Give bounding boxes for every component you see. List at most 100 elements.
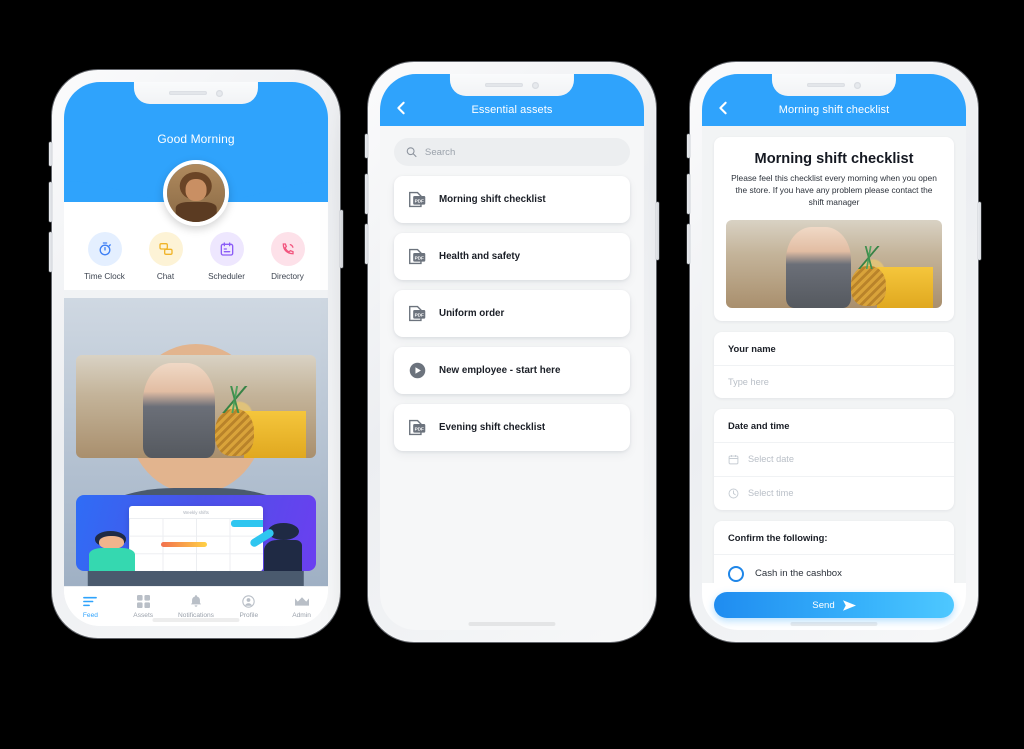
phone2-volume-up-button[interactable] [365, 174, 368, 214]
quick-action-time-clock[interactable]: Time Clock [78, 232, 132, 281]
front-camera-icon [853, 81, 861, 89]
quick-action-directory[interactable]: Directory [261, 232, 315, 281]
phone3-mute-button[interactable] [687, 134, 690, 158]
phone2-power-button[interactable] [656, 202, 659, 260]
name-field-placeholder: Type here [728, 376, 769, 387]
phone1-mute-button[interactable] [49, 142, 52, 166]
list-item[interactable]: PDF Health and safety [394, 233, 630, 280]
name-field-row[interactable]: Type here [714, 366, 954, 398]
search-container [380, 126, 644, 172]
tab-admin[interactable]: Admin [275, 595, 328, 619]
document-title: Morning shift checklist [754, 151, 914, 167]
form-section-confirm: Confirm the following: Cash in the cashb… [714, 520, 954, 593]
tab-label: Admin [292, 611, 311, 619]
list-item[interactable]: PDF Uniform order [394, 290, 630, 337]
search-icon [406, 147, 417, 158]
earpiece-speaker-icon [168, 91, 207, 95]
post-image[interactable] [76, 355, 316, 458]
phone3-power-button[interactable] [978, 202, 981, 260]
post-image-secondary[interactable]: Weekly shifts [76, 495, 316, 571]
form-section-date-time: Date and time Select date Select time [714, 408, 954, 510]
quick-action-label: Scheduler [208, 272, 245, 281]
section-heading: Date and time [714, 409, 954, 443]
search-box[interactable] [394, 138, 630, 166]
tab-assets[interactable]: Assets [117, 595, 170, 619]
feed-list[interactable]: Pinned post Austin Pratt 10:14 am Seen [64, 298, 328, 586]
tab-profile[interactable]: Profile [222, 595, 275, 619]
phone-mockup-checklist-form: Morning shift checklist Morning shift ch… [687, 62, 981, 642]
avatar[interactable] [163, 160, 229, 226]
asset-name: Uniform order [439, 308, 505, 319]
earpiece-speaker-icon [806, 83, 845, 87]
page-title: Morning shift checklist [778, 104, 890, 116]
tab-notifications[interactable]: Notifications [170, 595, 223, 619]
date-field-row[interactable]: Select date [714, 443, 954, 477]
play-circle-icon [409, 362, 426, 379]
chat-bubbles-icon [148, 232, 183, 266]
screenshot-stage: Good Morning Time Clock Chat Scheduler D… [0, 0, 1024, 749]
quick-action-scheduler[interactable]: Scheduler [200, 232, 254, 281]
front-camera-icon [215, 89, 223, 97]
home-indicator [152, 618, 240, 622]
document-description: Please feel this checklist every morning… [731, 173, 937, 207]
phone-mockup-feed: Good Morning Time Clock Chat Scheduler D… [49, 70, 343, 638]
phone2-notch [449, 74, 575, 96]
phone1-volume-down-button[interactable] [49, 232, 52, 272]
asset-name: New employee - start here [439, 365, 561, 376]
home-indicator [790, 622, 878, 626]
person-circle-icon [222, 595, 275, 609]
post-header: Austin Pratt 10:14 am Seen [64, 298, 328, 586]
bell-icon [170, 595, 223, 609]
feed-lines-icon [64, 595, 117, 609]
list-item[interactable]: New employee - start here [394, 347, 630, 394]
phone2-screen: Essential assets PDF Mornin [380, 74, 644, 630]
document-card: Morning shift checklist Please feel this… [714, 137, 954, 321]
quick-action-chat[interactable]: Chat [139, 232, 193, 281]
radio-circle-icon[interactable] [728, 565, 744, 582]
quick-action-label: Time Clock [84, 272, 125, 281]
weekly-shifts-card: Weekly shifts [128, 505, 264, 571]
form-scroll-area[interactable]: Morning shift checklist Please feel this… [702, 126, 966, 630]
stopwatch-icon [87, 232, 122, 266]
quick-actions-row: Time Clock Chat Scheduler Directory [64, 232, 328, 281]
calendar-icon [728, 454, 739, 465]
send-button[interactable]: Send [714, 592, 954, 618]
list-item[interactable]: PDF Evening shift checklist [394, 404, 630, 451]
phone-mockup-assets: Essential assets PDF Mornin [365, 62, 659, 642]
tab-feed[interactable]: Feed [64, 595, 117, 619]
date-field-placeholder: Select date [748, 454, 794, 465]
asset-name: Evening shift checklist [439, 422, 546, 433]
quick-action-label: Directory [271, 272, 304, 281]
tab-label: Feed [82, 611, 98, 619]
section-heading: Your name [714, 332, 954, 366]
list-item[interactable]: PDF Morning shift checklist [394, 176, 630, 223]
pdf-file-icon: PDF [409, 191, 426, 208]
asset-list: PDF Morning shift checklist PDF Health a… [380, 172, 644, 465]
phone-call-icon [270, 232, 305, 266]
phone3-volume-up-button[interactable] [687, 174, 690, 214]
asset-name: Morning shift checklist [439, 194, 546, 205]
home-indicator [468, 622, 556, 626]
asset-name: Health and safety [439, 251, 521, 262]
search-input[interactable] [424, 146, 618, 158]
weekly-shifts-title: Weekly shifts [183, 509, 209, 515]
crown-icon [275, 595, 328, 609]
svg-text:PDF: PDF [415, 198, 424, 203]
send-button-label: Send [812, 599, 835, 611]
phone3-volume-down-button[interactable] [687, 224, 690, 264]
time-field-placeholder: Select time [748, 488, 794, 499]
phone2-mute-button[interactable] [365, 134, 368, 158]
illustration-person-right [248, 521, 302, 571]
greeting-title: Good Morning [157, 132, 235, 146]
pdf-file-icon: PDF [409, 305, 426, 322]
phone2-volume-down-button[interactable] [365, 224, 368, 264]
time-field-row[interactable]: Select time [714, 477, 954, 510]
section-heading: Confirm the following: [714, 521, 954, 555]
phone3-screen: Morning shift checklist Morning shift ch… [702, 74, 966, 630]
grid-squares-icon [117, 595, 170, 609]
post-author-avatar[interactable] [64, 298, 328, 586]
phone1-volume-up-button[interactable] [49, 182, 52, 222]
phone1-power-button[interactable] [340, 210, 343, 268]
pdf-file-icon: PDF [409, 248, 426, 265]
quick-action-label: Chat [156, 272, 175, 281]
